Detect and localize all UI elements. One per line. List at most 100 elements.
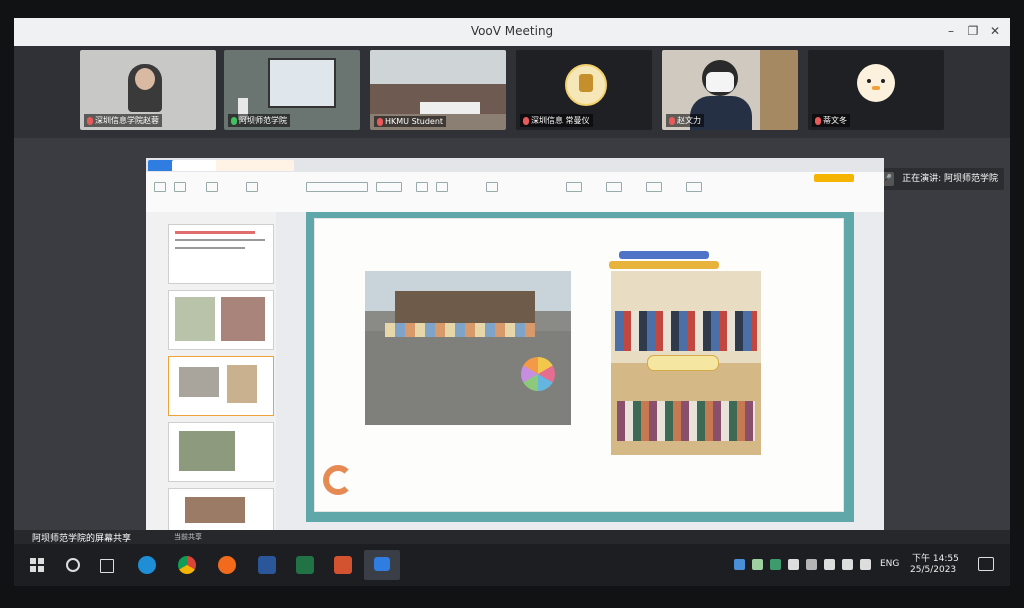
close-button[interactable]: ✕	[986, 24, 1004, 38]
table	[420, 102, 480, 114]
find-icon[interactable]	[646, 182, 662, 192]
monitor-frame: VooV Meeting – ❐ ✕ 深圳信息学院赵蓉 阿坝师范学院 HKMU …	[0, 0, 1024, 608]
participant-tile[interactable]: 深圳信息学院赵蓉	[80, 50, 216, 130]
new-slide-icon[interactable]	[206, 182, 218, 192]
bluetooth-icon[interactable]	[788, 559, 799, 570]
clock-date[interactable]: 25/5/2023	[910, 565, 956, 575]
notification-icon[interactable]	[978, 557, 994, 571]
paste-icon[interactable]	[154, 182, 166, 192]
current-slide[interactable]	[314, 218, 844, 512]
avatar-eye	[881, 79, 885, 83]
clock-time[interactable]: 下午 14:55	[912, 551, 959, 564]
hanging-artworks	[385, 323, 535, 337]
participant-tile[interactable]: 赵文力	[662, 50, 798, 130]
thumbnail-image	[221, 297, 265, 341]
shape-icon[interactable]	[566, 182, 582, 192]
share-label: 阿坝师范学院的屏幕共享	[32, 534, 132, 544]
mic-muted-icon	[523, 116, 529, 125]
classroom-screen	[268, 58, 336, 108]
thumbnail-image	[227, 365, 257, 403]
font-size-select[interactable]	[376, 182, 402, 192]
mic-muted-icon	[815, 116, 821, 125]
presenter-indicator: 🎤 正在演讲: 阿坝师范学院	[874, 168, 1004, 190]
caption-banner	[647, 355, 719, 371]
font-select[interactable]	[306, 182, 368, 192]
search-icon[interactable]	[66, 558, 80, 572]
meeting-title-bar: VooV Meeting – ❐ ✕	[14, 18, 1010, 46]
thumbnail-image	[185, 497, 245, 523]
face-shape	[135, 68, 155, 90]
thumbnail-image	[179, 367, 219, 397]
participant-name: 深圳信息学院赵蓉	[84, 114, 162, 127]
swirl-logo-icon	[323, 465, 353, 495]
tray-app-icon[interactable]	[770, 559, 781, 570]
participant-name: 阿坝师范学院	[228, 114, 290, 127]
participant-name: 深圳信息 常曼仪	[520, 114, 593, 127]
network-icon[interactable]	[842, 559, 853, 570]
slide-canvas[interactable]	[276, 212, 884, 540]
thumbnail-image	[179, 431, 235, 471]
mic-muted-icon	[87, 116, 93, 125]
layout-icon[interactable]	[246, 182, 258, 192]
participant-tile[interactable]: 深圳信息 常曼仪	[516, 50, 652, 130]
slide-photo-wall	[365, 271, 571, 425]
slide-thumbnails	[146, 212, 277, 548]
text-line	[175, 239, 265, 241]
volume-icon[interactable]	[860, 559, 871, 570]
voov-icon	[374, 557, 390, 571]
participant-name: 赵文力	[666, 114, 704, 127]
shared-screen-window[interactable]	[146, 158, 884, 548]
windows-taskbar: ENG 下午 14:55 25/5/2023	[14, 544, 1010, 586]
battery-icon[interactable]	[824, 559, 835, 570]
sticker-line	[619, 251, 709, 259]
task-view-icon[interactable]	[100, 559, 114, 573]
firefox-icon[interactable]	[218, 556, 236, 574]
powerpoint-icon[interactable]	[334, 556, 352, 574]
mic-muted-icon	[669, 116, 675, 125]
chrome-icon[interactable]	[178, 556, 196, 574]
participant-tile[interactable]: 阿坝师范学院	[224, 50, 360, 130]
people-row	[617, 401, 755, 441]
arrange-icon[interactable]	[606, 182, 622, 192]
tray-app-icon[interactable]	[734, 559, 745, 570]
mic-muted-icon	[377, 117, 383, 126]
bold-icon[interactable]	[416, 182, 428, 192]
slide-thumbnail-selected[interactable]	[168, 356, 274, 416]
slide-border	[306, 212, 854, 522]
document-tab[interactable]	[216, 160, 294, 171]
input-language[interactable]: ENG	[880, 559, 899, 569]
window-title: VooV Meeting	[470, 24, 554, 38]
cut-icon[interactable]	[174, 182, 186, 192]
screen: VooV Meeting – ❐ ✕ 深圳信息学院赵蓉 阿坝师范学院 HKMU …	[14, 18, 1010, 586]
participant-tile[interactable]: 蒂文冬	[808, 50, 944, 130]
slide-thumbnail[interactable]	[168, 290, 274, 350]
maximize-button[interactable]: ❐	[964, 24, 982, 38]
slide-thumbnail[interactable]	[168, 422, 274, 482]
edge-browser-icon[interactable]	[138, 556, 156, 574]
title-sticker	[609, 251, 729, 271]
people-row	[615, 311, 757, 351]
crest-icon	[579, 74, 593, 92]
slide-thumbnail[interactable]	[168, 224, 274, 284]
tray-app-icon[interactable]	[752, 559, 763, 570]
file-tab[interactable]	[172, 160, 220, 171]
excel-icon[interactable]	[296, 556, 314, 574]
windows-start-icon[interactable]	[28, 556, 46, 574]
align-icon[interactable]	[486, 182, 498, 192]
replace-icon[interactable]	[686, 182, 702, 192]
voov-meeting-taskbar-button[interactable]	[364, 550, 400, 580]
tray-app-icon[interactable]	[806, 559, 817, 570]
background-shelf	[760, 50, 798, 130]
login-badge[interactable]	[814, 174, 854, 182]
word-icon[interactable]	[258, 556, 276, 574]
ppt-ribbon	[146, 172, 884, 213]
participant-tile[interactable]: HKMU Student	[370, 50, 506, 130]
thumbnail-image	[175, 297, 215, 341]
avatar	[565, 64, 607, 106]
ppt-tab-bar	[146, 158, 884, 172]
italic-icon[interactable]	[436, 182, 448, 192]
slide-photo-group	[611, 271, 761, 455]
minimize-button[interactable]: –	[942, 24, 960, 38]
mic-on-icon	[231, 116, 237, 125]
avatar	[857, 64, 895, 102]
